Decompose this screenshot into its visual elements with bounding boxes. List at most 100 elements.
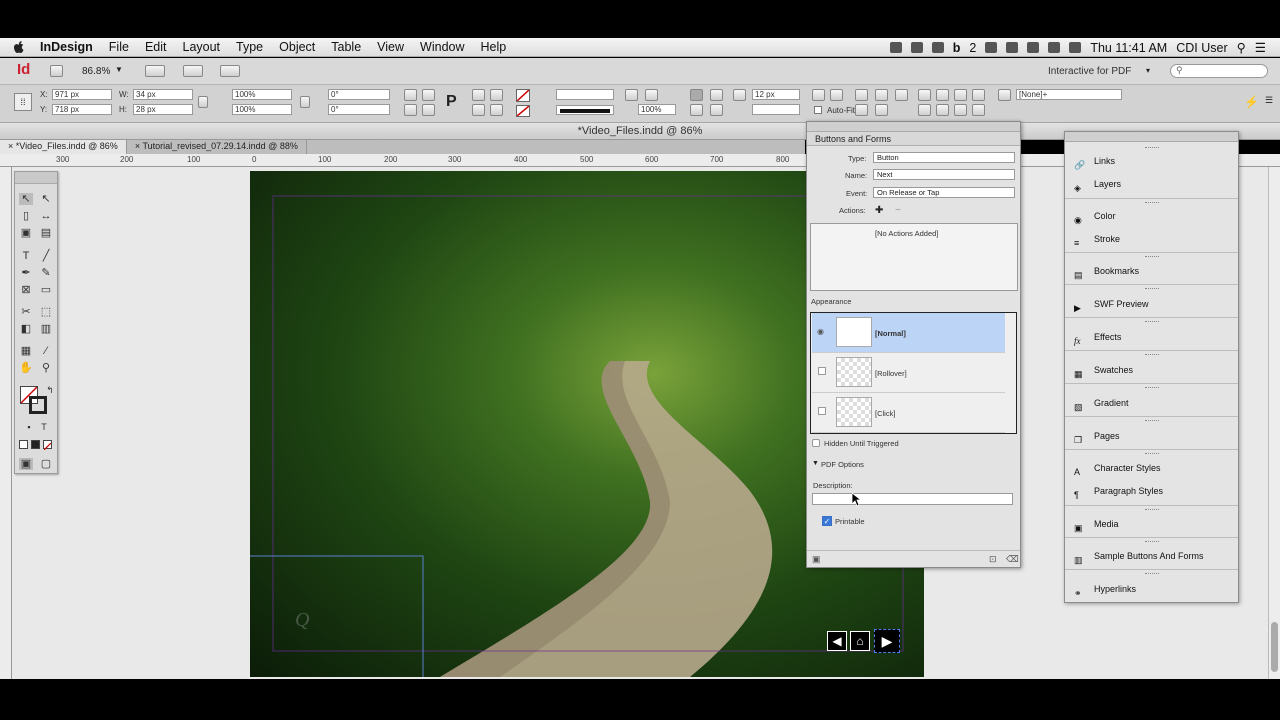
swap-fill-stroke-icon[interactable]: ↰: [43, 384, 57, 396]
state-rollover-row[interactable]: [Rollover]: [812, 353, 1005, 393]
menu-edit[interactable]: Edit: [137, 40, 175, 54]
time-machine-icon[interactable]: [1006, 42, 1019, 53]
type-tool-icon[interactable]: T: [19, 250, 33, 262]
align-top-icon[interactable]: [972, 89, 985, 101]
object-style-dropdown[interactable]: [None]+: [1016, 89, 1122, 100]
gradient-feather-tool-icon[interactable]: ▥: [39, 323, 53, 335]
direct-selection-tool-icon[interactable]: ↖: [39, 193, 53, 205]
user-menu[interactable]: CDI User: [1176, 41, 1227, 55]
distribute-center-icon[interactable]: [936, 104, 949, 116]
dock-drag-bar[interactable]: [1065, 132, 1238, 142]
tab-tutorial-revised[interactable]: × Tutorial_revised_07.29.14.indd @ 88%: [127, 140, 307, 154]
flip-horizontal-icon[interactable]: [404, 104, 417, 116]
home-button[interactable]: ⌂: [850, 631, 870, 651]
corner-size-field[interactable]: 12 px: [752, 89, 800, 100]
menu-view[interactable]: View: [369, 40, 412, 54]
menu-layout[interactable]: Layout: [175, 40, 229, 54]
apply-gradient-icon[interactable]: [31, 440, 40, 449]
panel-menu-icon[interactable]: ☰: [1265, 95, 1273, 106]
workspace-switcher[interactable]: Interactive for PDF: [1048, 66, 1131, 77]
state-click-checkbox[interactable]: [818, 407, 826, 415]
corner-options-icon[interactable]: [733, 89, 746, 101]
view-options-icon[interactable]: [145, 65, 165, 77]
wifi-icon[interactable]: [1048, 42, 1061, 53]
state-rollover-checkbox[interactable]: [818, 367, 826, 375]
panel-grip[interactable]: [1145, 573, 1159, 575]
panel-swatches[interactable]: ▦ Swatches: [1065, 360, 1238, 380]
select-container-icon[interactable]: [472, 89, 485, 101]
fit-proportionally-icon[interactable]: [875, 89, 888, 101]
line-tool-icon[interactable]: ╱: [39, 250, 53, 262]
menu-object[interactable]: Object: [271, 40, 323, 54]
panel-character-styles[interactable]: A Character Styles: [1065, 458, 1238, 478]
hand-tool-icon[interactable]: ✋: [19, 362, 33, 374]
menu-type[interactable]: Type: [228, 40, 271, 54]
cloud-icon[interactable]: [889, 42, 902, 53]
fill-swatch-none[interactable]: [516, 89, 530, 102]
bluetooth-icon[interactable]: [1027, 42, 1040, 53]
vertical-scrollbar[interactable]: [1268, 167, 1280, 679]
panel-grip[interactable]: [1145, 288, 1159, 290]
volume-icon[interactable]: [1069, 42, 1082, 53]
select-content-icon[interactable]: [490, 89, 503, 101]
fx-button-icon[interactable]: [645, 89, 658, 101]
panel-links[interactable]: 🔗 Links: [1065, 151, 1238, 171]
rectangle-tool-icon[interactable]: ▭: [39, 284, 53, 296]
dropbox-icon[interactable]: [931, 42, 944, 53]
panel-sample-buttons-and-forms[interactable]: ▥ Sample Buttons And Forms: [1065, 546, 1238, 566]
zoom-level[interactable]: 86.8%: [82, 66, 110, 77]
panel-title[interactable]: Buttons and Forms: [807, 132, 1020, 146]
scissors-tool-icon[interactable]: ✂: [19, 306, 33, 318]
arrange-documents-icon[interactable]: [220, 65, 240, 77]
jump-object-icon[interactable]: [710, 104, 723, 116]
tools-panel-header[interactable]: [15, 172, 57, 184]
corner-shape-dropdown[interactable]: [752, 104, 800, 115]
panel-grip[interactable]: [1145, 420, 1159, 422]
stroke-none-swatch[interactable]: [29, 396, 47, 414]
panel-grip[interactable]: [1145, 509, 1159, 511]
fit-frame-icon[interactable]: [830, 89, 843, 101]
rotation-angle-field[interactable]: 0°: [328, 89, 390, 100]
tab-close-icon[interactable]: ×: [8, 141, 13, 151]
screen-mode-icon[interactable]: [183, 65, 203, 77]
panel-grip[interactable]: [1145, 354, 1159, 356]
spotlight-icon[interactable]: ⚲: [1237, 40, 1246, 55]
preview-spread-icon[interactable]: ▣: [812, 554, 821, 565]
panel-paragraph-styles[interactable]: ¶ Paragraph Styles: [1065, 481, 1238, 501]
sync-icon[interactable]: [910, 42, 923, 53]
shear-angle-field[interactable]: 0°: [328, 104, 390, 115]
distribute-right-icon[interactable]: [954, 104, 967, 116]
x-field[interactable]: 971 px: [52, 89, 112, 100]
state-normal-row[interactable]: ◉ [Normal]: [812, 313, 1005, 353]
state-click-row[interactable]: [Click]: [812, 393, 1005, 433]
pdf-options-label[interactable]: PDF Options: [821, 460, 864, 469]
delete-button-icon[interactable]: ⌫: [1006, 554, 1019, 565]
flip-vertical-icon[interactable]: [422, 104, 435, 116]
adobe-badge[interactable]: 2: [969, 41, 976, 55]
drop-shadow-icon[interactable]: [625, 89, 638, 101]
menu-window[interactable]: Window: [412, 40, 472, 54]
wrap-object-shape-icon[interactable]: [690, 104, 703, 116]
vertical-ruler[interactable]: [0, 167, 12, 679]
panel-effects[interactable]: fx Effects: [1065, 327, 1238, 347]
selection-tool-icon[interactable]: ↖: [19, 193, 33, 205]
clock[interactable]: Thu 11:41 AM: [1090, 41, 1167, 55]
notification-icon[interactable]: ☰: [1255, 40, 1266, 55]
app-menu[interactable]: InDesign: [32, 40, 101, 54]
menu-table[interactable]: Table: [323, 40, 369, 54]
align-left-icon[interactable]: [918, 89, 931, 101]
pencil-tool-icon[interactable]: ✎: [39, 267, 53, 279]
h-field[interactable]: 28 px: [133, 104, 193, 115]
formatting-container-icon[interactable]: ▪: [22, 421, 36, 433]
zoom-tool-icon[interactable]: ⚲: [39, 362, 53, 374]
delete-action-icon[interactable]: −: [895, 205, 901, 216]
distribute-top-icon[interactable]: [972, 104, 985, 116]
hidden-until-triggered-checkbox[interactable]: [812, 439, 820, 447]
fit-content-icon[interactable]: [812, 89, 825, 101]
apply-color-icon[interactable]: [19, 440, 28, 449]
scale-x-field[interactable]: 100%: [232, 89, 292, 100]
panel-color[interactable]: ◉ Color: [1065, 206, 1238, 226]
panel-layers[interactable]: ◈ Layers: [1065, 174, 1238, 194]
panel-pages[interactable]: ❐ Pages: [1065, 426, 1238, 446]
opacity-field[interactable]: 100%: [638, 104, 676, 115]
